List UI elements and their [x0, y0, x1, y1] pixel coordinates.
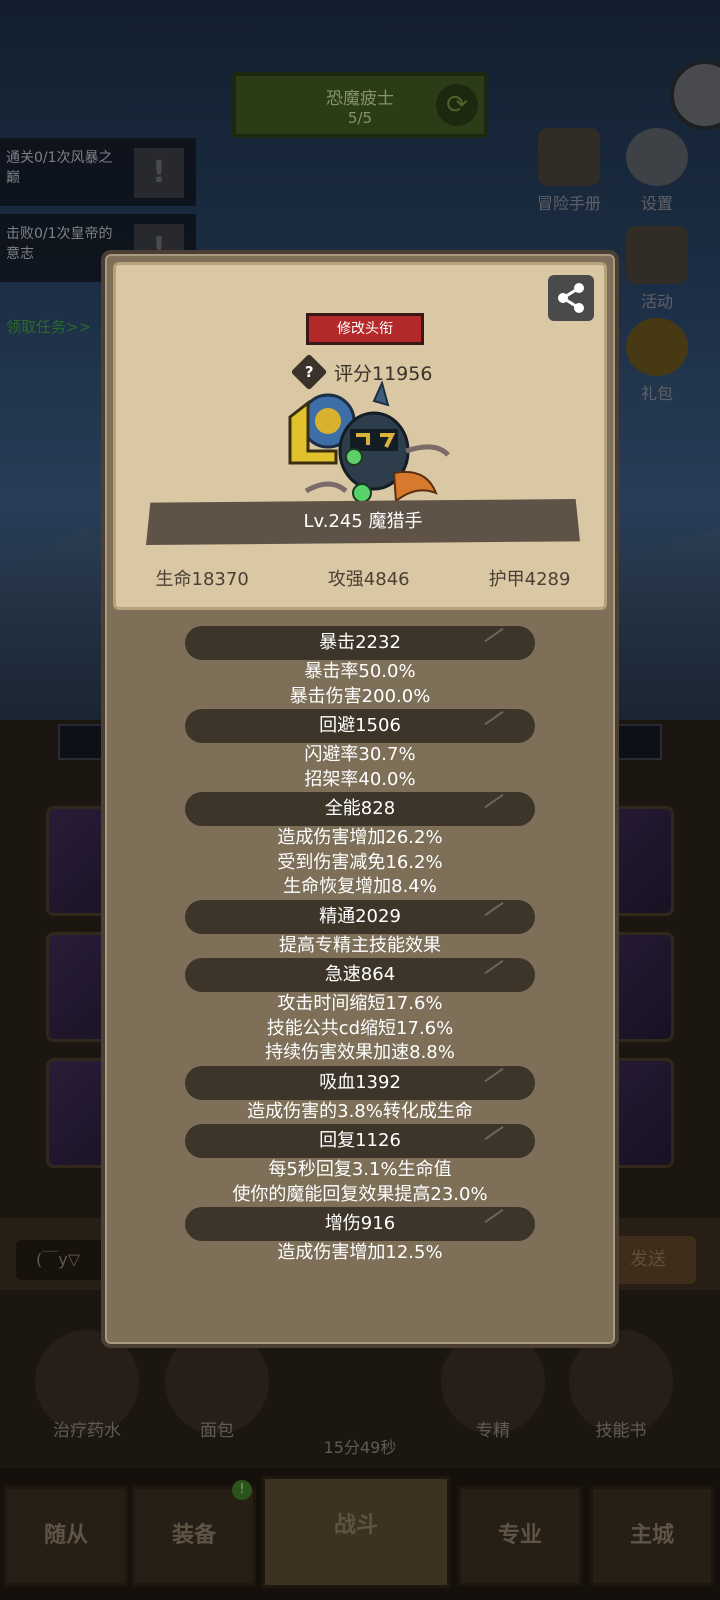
stat-line: 每5秒回复3.1%生命值	[268, 1159, 452, 1180]
character-stats-modal: 修改头衔 ? 评分11956 Lv.245 魔猎手 生命18370 攻强4846…	[101, 250, 619, 1348]
stat-group-versatility: 全能828 造成伤害增加26.2% 受到伤害减免16.2% 生命恢复增加8.4%	[105, 792, 615, 900]
stat-line: 受到伤害减免16.2%	[277, 851, 443, 873]
stat-group-lifesteal: 吸血1392 造成伤害的3.8%转化成生命	[105, 1065, 615, 1125]
profile-header: 修改头衔 ? 评分11956 Lv.245 魔猎手 生命18370 攻强4846…	[113, 262, 607, 610]
stat-group-title: 回避1506	[185, 709, 535, 743]
stat-group-regen: 回复1126 每5秒回复3.1%生命值 使你的魔能回复效果提高23.0%	[105, 1124, 615, 1207]
stat-line: 造成伤害增加26.2%	[277, 827, 443, 848]
stat-line: 提高专精主技能效果	[279, 934, 441, 956]
stat-line: 攻击时间缩短17.6%	[277, 993, 443, 1014]
stat-line: 技能公共cd缩短17.6%	[266, 1017, 454, 1039]
stat-line: 造成伤害增加12.5%	[277, 1242, 443, 1263]
character-name: Lv.245 魔猎手	[146, 499, 580, 545]
stat-group-damage-boost: 增伤916 造成伤害增加12.5%	[105, 1207, 615, 1266]
stat-line: 造成伤害的3.8%转化成生命	[247, 1100, 473, 1122]
hp-stat: 生命18370	[155, 569, 249, 590]
stat-group-title: 暴击2232	[185, 626, 535, 660]
secondary-stats-list: 暴击2232 暴击率50.0% 暴击伤害200.0% 回避1506 闪避率30.…	[105, 626, 615, 1266]
stat-line: 使你的魔能回复效果提高23.0%	[232, 1183, 488, 1205]
armor-stat: 护甲4289	[488, 569, 571, 590]
stat-line: 招架率40.0%	[304, 768, 416, 790]
stat-line: 闪避率30.7%	[304, 744, 416, 765]
stat-line: 暴击率50.0%	[304, 661, 416, 682]
hero-avatar	[288, 381, 450, 503]
stat-group-crit: 暴击2232 暴击率50.0% 暴击伤害200.0%	[105, 626, 615, 709]
stat-group-title: 吸血1392	[185, 1065, 535, 1100]
edit-title-button[interactable]: 修改头衔	[306, 313, 424, 345]
base-stats-row: 生命18370 攻强4846 护甲4289	[116, 565, 610, 591]
share-icon	[558, 283, 584, 313]
stat-line: 持续伤害效果加速8.8%	[265, 1042, 455, 1063]
stat-group-haste: 急速864 攻击时间缩短17.6% 技能公共cd缩短17.6% 持续伤害效果加速…	[105, 958, 615, 1066]
share-button[interactable]	[548, 275, 594, 321]
stat-group-title: 急速864	[185, 958, 535, 992]
stat-group-title: 增伤916	[185, 1207, 535, 1241]
attack-stat: 攻强4846	[327, 569, 410, 590]
stat-group-title: 回复1126	[185, 1124, 535, 1158]
stat-group-avoidance: 回避1506 闪避率30.7% 招架率40.0%	[105, 709, 615, 792]
stat-group-title: 全能828	[185, 792, 535, 826]
stat-line: 生命恢复增加8.4%	[283, 876, 437, 897]
stat-group-mastery: 精通2029 提高专精主技能效果	[105, 899, 615, 959]
stat-line: 暴击伤害200.0%	[289, 685, 431, 707]
stat-group-title: 精通2029	[185, 899, 535, 934]
